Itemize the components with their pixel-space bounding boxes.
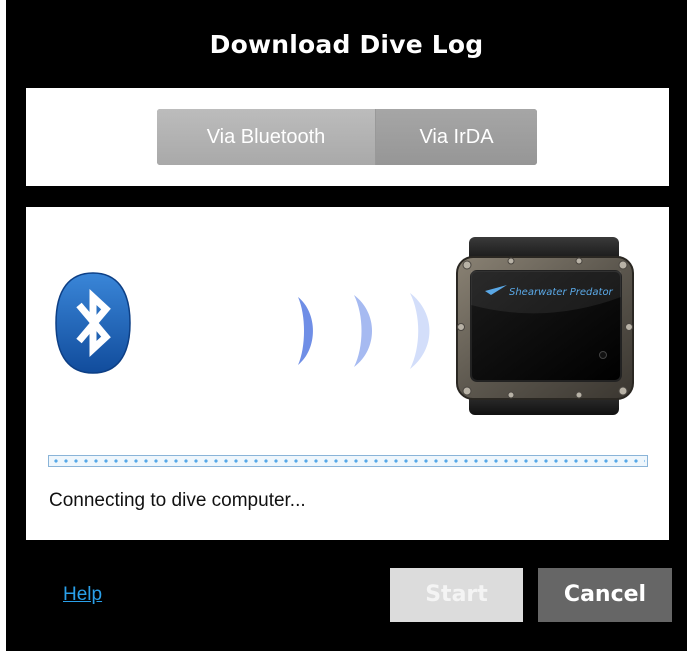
dialog-title: Download Dive Log <box>209 30 484 59</box>
status-text: Connecting to dive computer... <box>49 490 306 511</box>
signal-waves-icon <box>298 293 430 369</box>
tab-via-irda[interactable]: Via IrDA <box>376 109 537 165</box>
bluetooth-icon <box>55 272 131 374</box>
help-link[interactable]: Help <box>63 584 102 606</box>
cancel-button[interactable]: Cancel <box>538 568 672 622</box>
connection-segmented-control: Via Bluetooth Via IrDA <box>157 109 537 165</box>
connection-tab-panel: Via Bluetooth Via IrDA <box>26 88 669 186</box>
progress-bar <box>48 455 648 467</box>
connection-panel: Shearwater Predator Connecting to dive c… <box>26 207 669 540</box>
start-button[interactable]: Start <box>390 568 523 622</box>
download-dive-log-dialog: Download Dive Log Via Bluetooth Via IrDA <box>6 0 687 651</box>
device-brand-label: Shearwater Predator <box>509 287 614 298</box>
progress-indicator <box>51 459 645 463</box>
dive-computer-image: Shearwater Predator <box>456 237 634 415</box>
tab-via-bluetooth[interactable]: Via Bluetooth <box>157 109 376 165</box>
